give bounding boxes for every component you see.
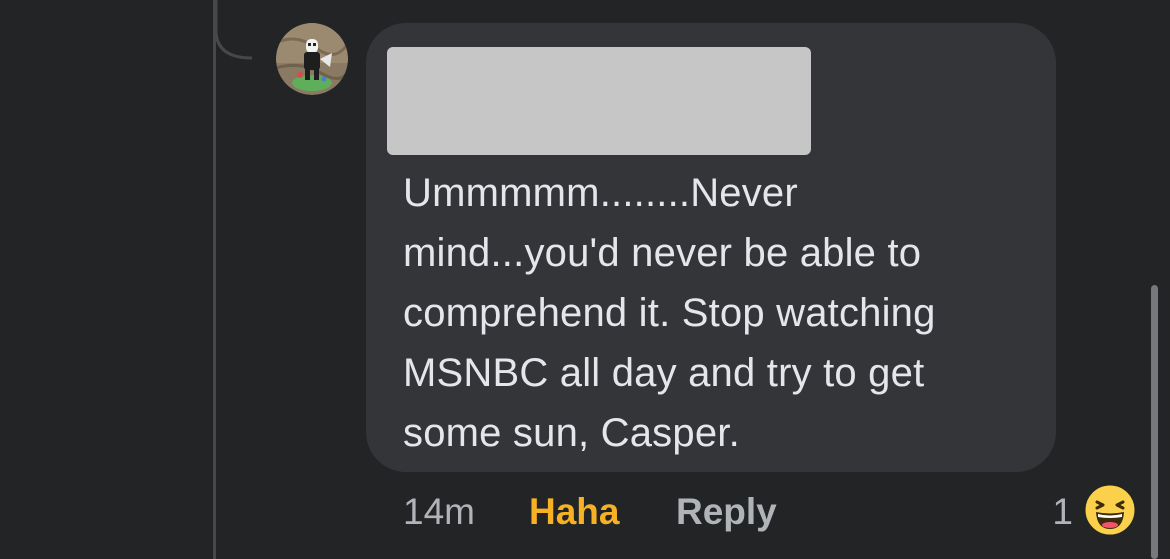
- author-name-redacted[interactable]: [387, 47, 811, 155]
- reaction-count[interactable]: 1: [1052, 486, 1073, 538]
- comment-text-line: some sun, Casper.: [403, 411, 740, 455]
- comment-text-line: Ummmmm........Never: [403, 171, 798, 215]
- haha-emoji-icon[interactable]: [1084, 484, 1136, 536]
- comment-text: Ummmmm........Never mind...you'd never b…: [403, 163, 1043, 463]
- comment-timestamp[interactable]: 14m: [403, 486, 475, 538]
- comment-bubble: Ummmmm........Never mind...you'd never b…: [366, 23, 1056, 472]
- comment-text-line: MSNBC all day and try to get: [403, 351, 925, 395]
- scrollbar[interactable]: [1151, 285, 1158, 559]
- comment-text-line: mind...you'd never be able to: [403, 231, 922, 275]
- user-avatar-icon: [276, 23, 348, 95]
- reply-button[interactable]: Reply: [676, 486, 777, 538]
- thread-line: [213, 0, 216, 559]
- haha-reaction-button[interactable]: Haha: [529, 486, 619, 538]
- comment-text-line: comprehend it. Stop watching: [403, 291, 936, 335]
- avatar[interactable]: [276, 23, 348, 95]
- thread-connector: [214, 0, 253, 60]
